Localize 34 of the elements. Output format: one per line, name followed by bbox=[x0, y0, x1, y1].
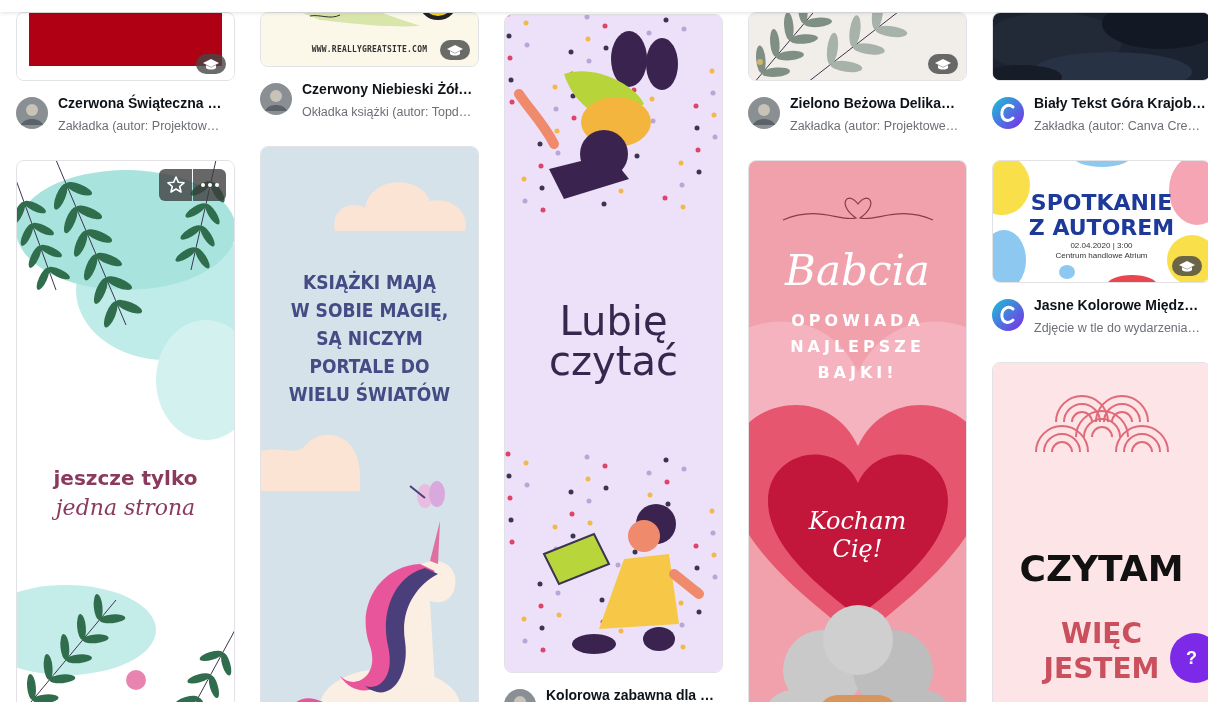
star-icon bbox=[165, 175, 186, 195]
template-author: Zakładka (autor: Projektowe… bbox=[790, 118, 959, 135]
graduation-cap-icon bbox=[203, 58, 219, 70]
author-avatar bbox=[16, 97, 48, 129]
template-title[interactable]: Kolorowa zabawna dla … bbox=[546, 685, 715, 702]
author-avatar bbox=[260, 83, 292, 115]
more-button[interactable] bbox=[193, 169, 226, 201]
design-text: jeszcze tylko bbox=[53, 465, 198, 491]
design-text: WWW.REALLYGREATSITE.COM bbox=[311, 45, 428, 55]
template-title[interactable]: Jasne Kolorowe Międz… bbox=[1034, 295, 1201, 315]
graduation-cap-icon bbox=[935, 58, 951, 70]
design-text: WIĘC JESTEM bbox=[1043, 616, 1160, 686]
design-text: KSIĄŻKI MAJĄ W SOBIE MAGIĘ, SĄ NICZYM PORTALE DO WIELU ŚWIATÓW bbox=[288, 269, 451, 407]
design-text: 02.04.2020 | 3:00 Centrum handlowe Atrium bbox=[1055, 241, 1148, 261]
template-author: Zakładka (autor: Canva Cre… bbox=[1034, 118, 1202, 135]
more-icon bbox=[200, 183, 219, 187]
template-title[interactable]: Czerwony Niebieski Żół… bbox=[302, 79, 473, 99]
template-author: Zdjęcie w tle do wydarzenia… bbox=[1034, 320, 1201, 337]
template-title[interactable]: Biały Tekst Góra Krajob… bbox=[1034, 93, 1206, 113]
template-author: Okładka książki (autor: Topd… bbox=[302, 104, 473, 121]
author-avatar bbox=[748, 97, 780, 129]
design-text: CZYTAM bbox=[1019, 547, 1184, 591]
template-title[interactable]: Zielono Beżowa Delika… bbox=[790, 93, 959, 113]
graduation-cap-icon bbox=[447, 44, 463, 56]
logo-icon bbox=[992, 299, 1024, 331]
design-text: Kocham Cię! bbox=[808, 507, 907, 563]
graduation-cap-icon bbox=[1179, 260, 1195, 272]
design-text: SPOTKANIE Z AUTOREM bbox=[1028, 190, 1175, 240]
design-text: OPOWIADA NAJLEPSZE BAJKI! bbox=[790, 310, 925, 384]
design-text: Babcia bbox=[785, 246, 930, 296]
favorite-button[interactable] bbox=[159, 169, 192, 201]
template-author: Zakładka (autor: Projektow… bbox=[58, 118, 221, 135]
template-title[interactable]: Czerwona Świąteczna … bbox=[58, 93, 222, 113]
logo-icon bbox=[992, 97, 1024, 129]
